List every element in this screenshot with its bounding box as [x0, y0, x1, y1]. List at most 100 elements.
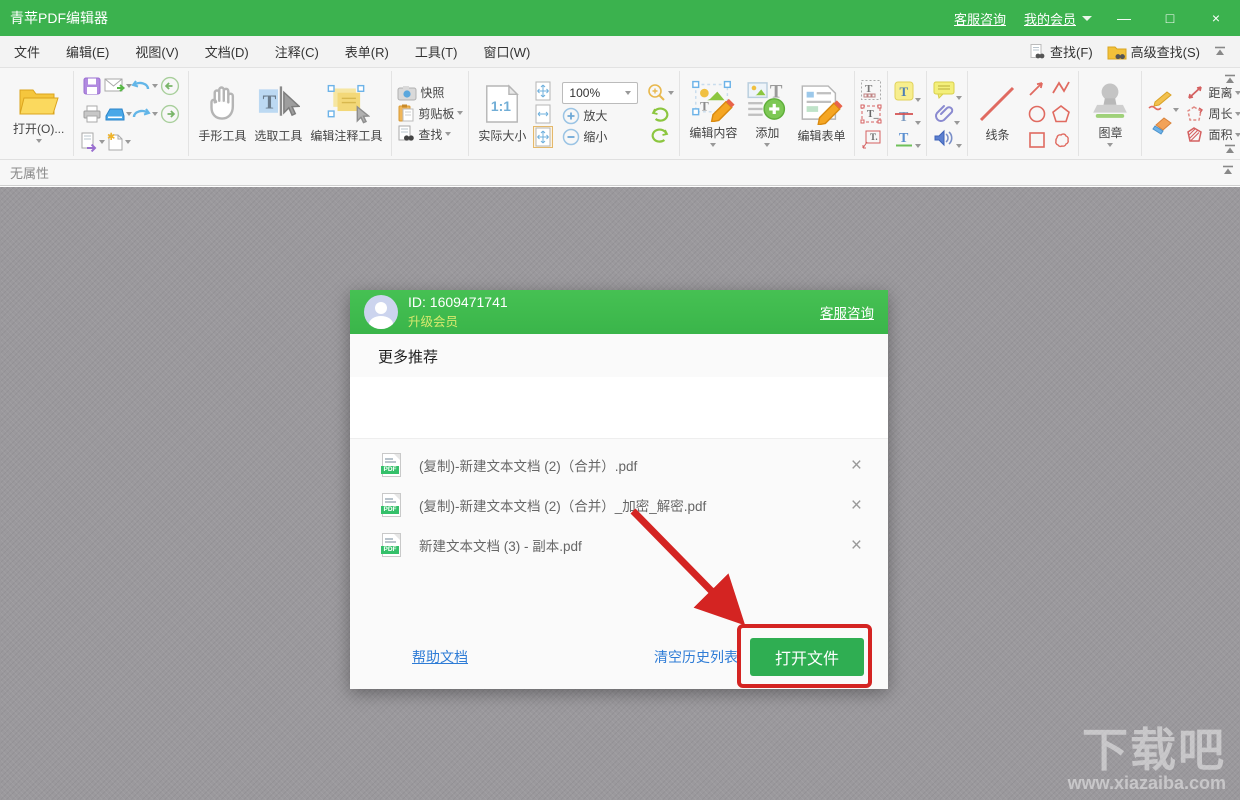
- find-button[interactable]: 查找(F): [1028, 42, 1093, 61]
- rotate-right-button[interactable]: [650, 127, 670, 145]
- add-content-button[interactable]: T 添加: [741, 80, 793, 147]
- arrow-tool-button[interactable]: [1027, 78, 1047, 98]
- sound-button[interactable]: [932, 128, 963, 148]
- user-id: ID: 1609471741: [408, 293, 508, 310]
- fit-page-button[interactable]: [534, 81, 552, 101]
- remove-file-icon[interactable]: ×: [851, 536, 862, 555]
- advanced-find-label: 高级查找(S): [1130, 45, 1200, 60]
- collapse-toolbar-top-icon[interactable]: [1224, 74, 1236, 85]
- text-field-tool-button[interactable]: T: [860, 79, 882, 101]
- advanced-find-folder-icon: [1107, 46, 1127, 59]
- new-document-button[interactable]: ✱: [105, 132, 132, 152]
- upgrade-member-link[interactable]: 升级会员: [408, 311, 508, 330]
- edit-form-button[interactable]: 编辑表单: [793, 83, 849, 144]
- highlight-text-button[interactable]: T: [893, 80, 922, 102]
- minimize-button[interactable]: —: [1110, 7, 1138, 29]
- area-icon: [1187, 126, 1203, 142]
- area-label: 面积: [1208, 128, 1233, 142]
- marquee-zoom-button[interactable]: [646, 83, 675, 103]
- hand-icon: [210, 86, 235, 120]
- circle-tool-button[interactable]: [1027, 104, 1047, 124]
- cloud-tool-button[interactable]: [1051, 130, 1071, 150]
- line-tool-button[interactable]: 线条: [973, 84, 1021, 143]
- fit-width-button[interactable]: [534, 104, 552, 124]
- menu-tools[interactable]: 工具(T): [415, 42, 458, 61]
- open-file-button[interactable]: 打开(O)...: [9, 84, 68, 143]
- scanner-button[interactable]: [104, 106, 133, 122]
- select-tool-button[interactable]: T 选取工具: [250, 83, 306, 144]
- measure-area-button[interactable]: 面积: [1185, 126, 1240, 144]
- next-view-button[interactable]: [160, 104, 180, 124]
- menu-document[interactable]: 文档(D): [205, 42, 249, 61]
- collapse-toolbar-bottom-icon[interactable]: [1224, 144, 1236, 155]
- previous-view-button[interactable]: [160, 76, 180, 96]
- menu-window[interactable]: 窗口(W): [483, 42, 530, 61]
- clear-history-link[interactable]: 清空历史列表: [654, 647, 738, 667]
- actual-size-button[interactable]: 1:1 实际大小: [474, 83, 530, 144]
- rectangle-tool-button[interactable]: [1027, 130, 1047, 150]
- recent-file-name[interactable]: 新建文本文档 (3) - 副本.pdf: [419, 535, 582, 555]
- callout-tool-button[interactable]: T.: [860, 127, 882, 149]
- titlebar-support-link[interactable]: 客服咨询: [954, 9, 1006, 28]
- user-avatar[interactable]: [364, 295, 398, 329]
- recent-file-name[interactable]: (复制)-新建文本文档 (2)（合并）_加密_解密.pdf: [419, 495, 706, 515]
- clipboard-button[interactable]: 剪贴板: [397, 104, 464, 122]
- recent-file-row[interactable]: PDF (复制)-新建文本文档 (2)（合并）.pdf ×: [381, 445, 862, 485]
- remove-file-icon[interactable]: ×: [851, 456, 862, 475]
- menu-view[interactable]: 视图(V): [135, 42, 178, 61]
- recommend-area: [350, 377, 888, 439]
- print-button[interactable]: [82, 104, 102, 124]
- stamp-button[interactable]: 图章: [1084, 80, 1136, 147]
- collapse-propbar-icon[interactable]: [1222, 165, 1234, 176]
- snapshot-label: 快照: [420, 86, 445, 100]
- menu-comment[interactable]: 注释(C): [275, 42, 319, 61]
- hand-tool-button[interactable]: 手形工具: [194, 83, 250, 144]
- recent-file-row[interactable]: PDF (复制)-新建文本文档 (2)（合并）_加密_解密.pdf ×: [381, 485, 862, 525]
- measure-perimeter-button[interactable]: 周长: [1185, 105, 1240, 123]
- open-file-dialog-button[interactable]: 打开文件: [750, 638, 864, 676]
- menu-form[interactable]: 表单(R): [345, 42, 389, 61]
- attachment-button[interactable]: [934, 103, 961, 125]
- strikethrough-text-button[interactable]: T: [893, 105, 922, 125]
- dialog-header: ID: 1609471741 升级会员 客服咨询: [350, 290, 888, 334]
- help-doc-link[interactable]: 帮助文档: [412, 647, 468, 667]
- redo-button[interactable]: [130, 105, 159, 123]
- zoom-in-button[interactable]: 放大: [562, 107, 638, 125]
- underline-text-button[interactable]: T: [893, 128, 922, 148]
- zoom-out-button[interactable]: 缩小: [562, 128, 638, 146]
- toolbar-find-button[interactable]: 查找: [397, 125, 463, 143]
- perimeter-label: 周长: [1208, 107, 1233, 121]
- measure-distance-button[interactable]: 距离: [1185, 84, 1240, 102]
- sticky-note-button[interactable]: [932, 80, 963, 100]
- menu-bar: 文件 编辑(E) 视图(V) 文档(D) 注释(C) 表单(R) 工具(T) 窗…: [0, 36, 1240, 68]
- maximize-button[interactable]: □: [1156, 7, 1184, 29]
- dialog-support-link[interactable]: 客服咨询: [820, 302, 874, 322]
- menu-file[interactable]: 文件: [14, 42, 40, 61]
- edit-annotation-tool-button[interactable]: 编辑注释工具: [306, 83, 386, 144]
- edit-content-button[interactable]: T 编辑内容: [685, 80, 741, 147]
- save-button[interactable]: [82, 76, 102, 96]
- welcome-dialog: ID: 1609471741 升级会员 客服咨询 更多推荐 PDF (复制)-新…: [350, 290, 888, 689]
- undo-button[interactable]: [130, 77, 159, 95]
- zoom-level-select[interactable]: 100%: [562, 81, 639, 104]
- collapse-menubar-icon[interactable]: [1214, 46, 1226, 57]
- member-menu[interactable]: 我的会员: [1024, 9, 1092, 28]
- advanced-find-button[interactable]: 高级查找(S): [1107, 42, 1200, 61]
- close-button[interactable]: ×: [1202, 7, 1230, 29]
- rotate-left-button[interactable]: [650, 106, 670, 124]
- recent-file-name[interactable]: (复制)-新建文本文档 (2)（合并）.pdf: [419, 455, 637, 475]
- text-box-tool-button[interactable]: T_: [860, 104, 882, 124]
- export-button[interactable]: [79, 132, 106, 152]
- recent-file-row[interactable]: PDF 新建文本文档 (3) - 副本.pdf ×: [381, 525, 862, 565]
- distance-label: 距离: [1208, 86, 1233, 100]
- polygon-tool-button[interactable]: [1051, 104, 1071, 124]
- svg-text:T: T: [900, 84, 909, 99]
- menu-edit[interactable]: 编辑(E): [66, 42, 109, 61]
- polyline-tool-button[interactable]: [1051, 78, 1071, 98]
- eraser-tool-button[interactable]: [1150, 115, 1176, 137]
- fit-visible-button[interactable]: [533, 125, 554, 148]
- remove-file-icon[interactable]: ×: [851, 496, 862, 515]
- snapshot-button[interactable]: 快照: [397, 84, 463, 101]
- email-button[interactable]: [104, 77, 133, 95]
- pencil-tool-button[interactable]: [1147, 90, 1180, 112]
